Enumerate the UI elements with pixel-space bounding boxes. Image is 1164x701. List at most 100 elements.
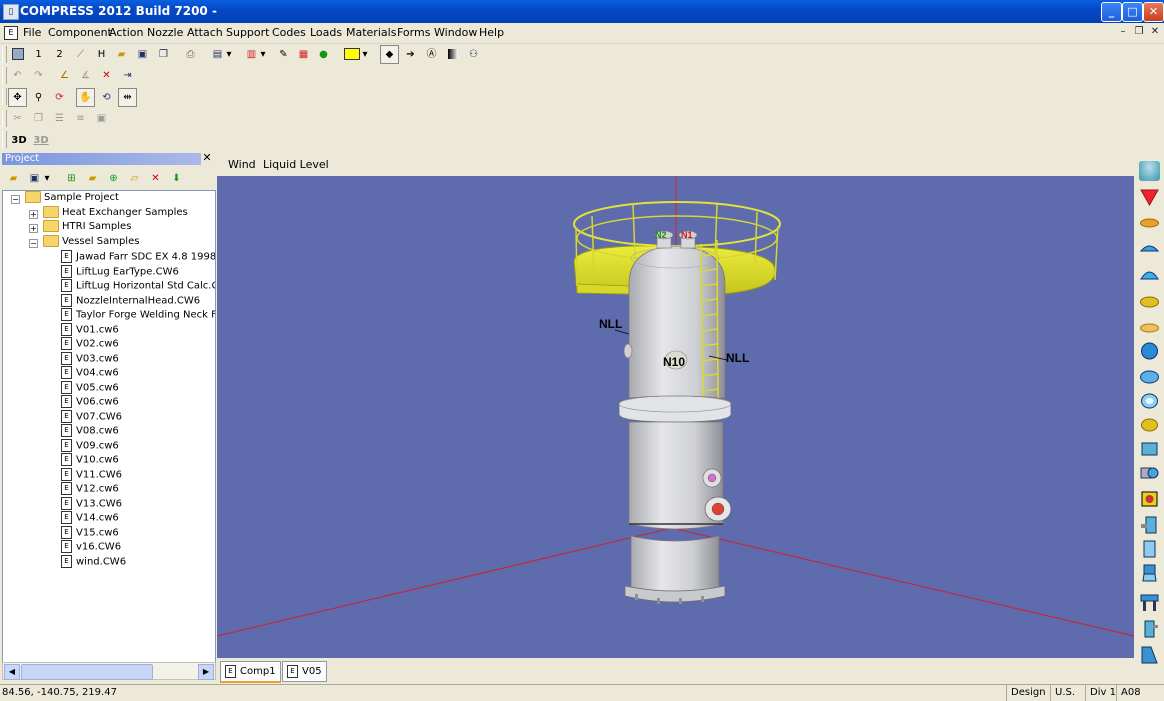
tree-file-item[interactable]: E V14.cw6 bbox=[61, 511, 119, 525]
tree-file-item[interactable]: E V05.cw6 bbox=[61, 380, 119, 395]
tab-liquid-level[interactable]: Liquid Level bbox=[263, 158, 329, 171]
vessel-icon[interactable] bbox=[1139, 539, 1160, 559]
menu-component[interactable]: Component bbox=[48, 26, 112, 39]
menu-action[interactable]: Action bbox=[109, 26, 143, 39]
pipe-icon[interactable] bbox=[1139, 439, 1160, 459]
scroll-left-icon[interactable]: ◀ bbox=[4, 664, 20, 680]
flat-head-icon[interactable] bbox=[1139, 213, 1160, 233]
cut-icon[interactable]: ✂ bbox=[8, 109, 27, 128]
tab-v05[interactable]: E V05 bbox=[282, 661, 327, 682]
saddle-icon[interactable] bbox=[1139, 619, 1160, 639]
print-icon[interactable]: ⎙ bbox=[181, 45, 200, 64]
open-folder-icon[interactable]: ▱ bbox=[125, 169, 144, 188]
menu-materials[interactable]: Materials bbox=[346, 26, 396, 39]
cone-icon[interactable] bbox=[1139, 187, 1160, 207]
tree-file-item[interactable]: E LiftLug Horizontal Std Calc.CW bbox=[61, 279, 215, 293]
scroll-thumb[interactable] bbox=[21, 664, 153, 680]
menu-loads[interactable]: Loads bbox=[310, 26, 342, 39]
tree-file-item[interactable]: E Jawad Farr SDC EX 4.8 1998 C bbox=[61, 250, 215, 264]
redo-icon[interactable]: ↷ bbox=[29, 66, 48, 85]
import-icon[interactable]: ⊕ bbox=[104, 169, 123, 188]
clear-measure-icon[interactable]: ∡ bbox=[76, 66, 95, 85]
leg-support-icon[interactable] bbox=[1139, 593, 1160, 613]
disk-head-icon[interactable] bbox=[1139, 367, 1160, 387]
arrow-right-icon[interactable]: ➔ bbox=[401, 45, 420, 64]
one-icon[interactable]: 1 bbox=[29, 45, 48, 64]
download-icon[interactable]: ⬇ bbox=[167, 169, 186, 188]
toolbar-grip[interactable] bbox=[2, 88, 7, 105]
torispherical-head-icon[interactable] bbox=[1139, 291, 1160, 311]
document-icon[interactable]: E bbox=[4, 26, 18, 40]
maximize-button[interactable]: □ bbox=[1122, 2, 1143, 22]
tree-file-item[interactable]: E V01.cw6 bbox=[61, 322, 119, 337]
measure-icon[interactable]: ∠ bbox=[55, 66, 74, 85]
minimize-button[interactable]: _ bbox=[1101, 2, 1122, 22]
insert-icon[interactable]: ⇥ bbox=[118, 66, 137, 85]
new-vessel-icon[interactable] bbox=[8, 45, 27, 64]
collapse-icon[interactable]: − bbox=[29, 239, 38, 248]
toolbar-grip[interactable] bbox=[2, 131, 7, 148]
tree-file-item[interactable]: E V04.cw6 bbox=[61, 366, 119, 380]
add-file-icon[interactable]: ⊞ bbox=[62, 169, 81, 188]
report-dropdown-icon[interactable]: ▾ bbox=[224, 45, 234, 64]
project-save-dropdown-icon[interactable]: ▾ bbox=[42, 169, 52, 188]
highlight-dropdown-icon[interactable]: ▾ bbox=[360, 45, 370, 64]
mdi-close-icon[interactable]: ✕ bbox=[1149, 26, 1161, 38]
delete-icon[interactable]: ✕ bbox=[97, 66, 116, 85]
hemispherical-head-icon[interactable] bbox=[1139, 265, 1160, 285]
toolbar-grip[interactable] bbox=[2, 110, 7, 127]
menu-file[interactable]: File bbox=[23, 26, 41, 39]
copy-icon[interactable]: ❐ bbox=[29, 109, 48, 128]
tree-folder-vessel-samples[interactable]: Vessel Samples bbox=[43, 235, 139, 249]
users-icon[interactable]: ⚇ bbox=[464, 45, 483, 64]
pdf-dropdown-icon[interactable]: ▾ bbox=[258, 45, 268, 64]
view-3d-button[interactable]: 3D bbox=[8, 131, 30, 150]
app-icon[interactable]: ▯ bbox=[3, 4, 19, 20]
collapse-icon[interactable]: − bbox=[11, 195, 20, 204]
tree-file-item[interactable]: Ewind.CW6 bbox=[61, 554, 126, 569]
menu-nozzle[interactable]: Nozzle bbox=[147, 26, 183, 39]
mdi-restore-icon[interactable]: ❐ bbox=[1133, 26, 1145, 38]
calc-icon[interactable]: ● bbox=[314, 45, 333, 64]
menu-window[interactable]: Window bbox=[434, 26, 477, 39]
tree-file-item[interactable]: E Taylor Forge Welding Neck Flai bbox=[61, 308, 215, 322]
list-icon[interactable]: ☰ bbox=[50, 109, 69, 128]
gradient-icon[interactable] bbox=[443, 45, 462, 64]
tree-file-item[interactable]: E V08.cw6 bbox=[61, 424, 119, 438]
fit-icon[interactable]: ⇹ bbox=[118, 88, 137, 107]
save-icon[interactable]: ▣ bbox=[133, 45, 152, 64]
3d-viewport[interactable]: NLL NLL N10 N2 N1 bbox=[217, 176, 1134, 658]
tree-file-item[interactable]: E V09.cw6 bbox=[61, 438, 119, 453]
tree-file-item[interactable]: E V06.cw6 bbox=[61, 395, 119, 409]
tree-file-item[interactable]: E V13.CW6 bbox=[61, 496, 122, 511]
nozzle-icon[interactable] bbox=[1139, 391, 1160, 411]
undo-icon[interactable]: ↶ bbox=[8, 66, 27, 85]
toolbar-grip[interactable] bbox=[2, 67, 7, 84]
orbit-icon[interactable]: ◆ bbox=[380, 45, 399, 64]
view-3d-alt-button[interactable]: 3D bbox=[30, 131, 52, 150]
edit-doc-icon[interactable]: ✎ bbox=[274, 45, 293, 64]
hand-icon[interactable]: ✋ bbox=[76, 88, 95, 107]
menu-support[interactable]: Support bbox=[226, 26, 269, 39]
tree-folder-htri[interactable]: HTRI Samples bbox=[43, 220, 131, 234]
tree-file-item[interactable]: E V11.CW6 bbox=[61, 467, 122, 482]
sphere-icon[interactable] bbox=[1139, 341, 1160, 361]
disk-icon[interactable]: ▣ bbox=[92, 109, 111, 128]
nozzle-flange-icon[interactable] bbox=[1139, 415, 1160, 435]
open-icon[interactable]: ▰ bbox=[112, 45, 131, 64]
remove-icon[interactable]: ✕ bbox=[146, 169, 165, 188]
tree-horizontal-scrollbar[interactable]: ◀ ▶ bbox=[2, 662, 216, 680]
wand-icon[interactable]: ⟋ bbox=[71, 45, 90, 64]
support-icon[interactable] bbox=[1139, 489, 1160, 509]
reinforcing-pad-icon[interactable] bbox=[1139, 463, 1160, 483]
project-panel-close-icon[interactable]: ✕ bbox=[202, 152, 212, 164]
save-all-icon[interactable]: ❐ bbox=[154, 45, 173, 64]
expand-icon[interactable]: + bbox=[29, 224, 38, 233]
chart-icon[interactable]: ▦ bbox=[294, 45, 313, 64]
annotation-icon[interactable]: Ⓐ bbox=[422, 45, 441, 64]
tab-wind[interactable]: Wind bbox=[228, 158, 256, 171]
tree-file-item[interactable]: Ev16.CW6 bbox=[61, 540, 121, 554]
tree-file-item[interactable]: E V02.cw6 bbox=[61, 337, 119, 351]
lug-icon[interactable] bbox=[1139, 645, 1160, 665]
mdi-minimize-icon[interactable]: – bbox=[1117, 26, 1129, 38]
